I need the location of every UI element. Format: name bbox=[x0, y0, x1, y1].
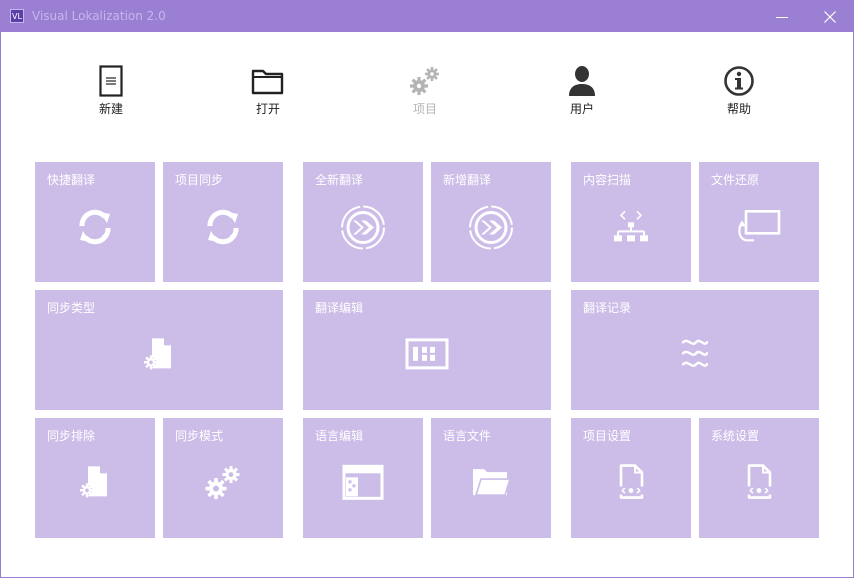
toolbar-open-button[interactable]: 打开 bbox=[238, 65, 298, 117]
tile-sync-type[interactable]: 同步类型 bbox=[35, 290, 283, 410]
tile-content-scan[interactable]: 内容扫描 bbox=[571, 162, 691, 282]
tile-language-file-label: 语言文件 bbox=[443, 429, 492, 443]
toolbar-open-label: 打开 bbox=[255, 102, 280, 116]
tile-incremental-translate[interactable]: 新增翻译 bbox=[431, 162, 551, 282]
toolbar-new-label: 新建 bbox=[98, 102, 123, 116]
tile-sync-type-label: 同步类型 bbox=[47, 301, 96, 315]
tile-quick-translate-label: 快捷翻译 bbox=[47, 173, 96, 187]
tile-system-settings-label: 系统设置 bbox=[711, 429, 760, 443]
user-icon bbox=[569, 66, 595, 96]
gears-icon bbox=[205, 466, 240, 500]
new-document-icon bbox=[99, 65, 123, 97]
tile-translate-edit-label: 翻译编辑 bbox=[315, 301, 364, 315]
file-settings-icon bbox=[144, 338, 171, 370]
title-bar[interactable]: VL Visual Lokalization 2.0 bbox=[1, 1, 853, 32]
toolbar-user-button[interactable]: 用户 bbox=[552, 65, 612, 117]
tile-file-restore-label: 文件还原 bbox=[711, 173, 760, 187]
tile-file-restore[interactable]: 文件还原 bbox=[699, 162, 819, 282]
folder-open-icon bbox=[473, 469, 511, 496]
fast-forward-circle-icon bbox=[341, 205, 385, 250]
tile-project-settings[interactable]: 项目设置 bbox=[571, 418, 691, 538]
toolbar-user-label: 用户 bbox=[569, 102, 594, 116]
file-code-icon bbox=[618, 464, 644, 499]
tile-project-sync[interactable]: 项目同步 bbox=[163, 162, 283, 282]
minimize-icon bbox=[776, 16, 788, 18]
info-icon bbox=[724, 66, 754, 96]
tile-language-file[interactable]: 语言文件 bbox=[431, 418, 551, 538]
tile-full-translate[interactable]: 全新翻译 bbox=[303, 162, 423, 282]
hierarchy-code-icon bbox=[614, 210, 648, 242]
tile-project-settings-label: 项目设置 bbox=[583, 429, 632, 443]
file-settings-icon bbox=[80, 466, 107, 498]
close-icon bbox=[824, 10, 836, 23]
app-window: VL Visual Lokalization 2.0 新建 打开 项目 用户 帮… bbox=[0, 0, 854, 578]
close-button[interactable] bbox=[807, 1, 853, 32]
sync-arrows-icon bbox=[207, 209, 239, 245]
tile-quick-translate[interactable]: 快捷翻译 bbox=[35, 162, 155, 282]
tile-content-scan-label: 内容扫描 bbox=[583, 173, 632, 187]
app-icon: VL bbox=[10, 9, 24, 23]
minimize-button[interactable] bbox=[759, 1, 805, 32]
tile-sync-exclude[interactable]: 同步排除 bbox=[35, 418, 155, 538]
panel-layout-icon bbox=[405, 338, 449, 370]
tile-sync-exclude-label: 同步排除 bbox=[47, 429, 96, 443]
toolbar-help-button[interactable]: 帮助 bbox=[709, 65, 769, 117]
toolbar-project-button[interactable]: 项目 bbox=[395, 65, 455, 117]
sync-arrows-icon bbox=[79, 209, 111, 245]
tile-language-edit-label: 语言编辑 bbox=[315, 429, 364, 443]
toolbar-new-button[interactable]: 新建 bbox=[81, 65, 141, 117]
folder-open-icon bbox=[251, 69, 284, 95]
tile-translate-edit[interactable]: 翻译编辑 bbox=[303, 290, 551, 410]
tile-sync-mode-label: 同步模式 bbox=[175, 429, 224, 443]
file-code-icon bbox=[746, 464, 772, 499]
tile-translate-record[interactable]: 翻译记录 bbox=[571, 290, 819, 410]
tile-translate-record-label: 翻译记录 bbox=[583, 301, 632, 315]
tile-system-settings[interactable]: 系统设置 bbox=[699, 418, 819, 538]
window-title: Visual Lokalization 2.0 bbox=[32, 9, 166, 23]
fast-forward-circle-icon bbox=[469, 205, 513, 250]
tile-full-translate-label: 全新翻译 bbox=[315, 173, 364, 187]
toolbar-project-label: 项目 bbox=[412, 102, 437, 116]
tile-sync-mode[interactable]: 同步模式 bbox=[163, 418, 283, 538]
gears-icon bbox=[410, 67, 439, 95]
tile-incremental-translate-label: 新增翻译 bbox=[443, 173, 492, 187]
window-restore-icon bbox=[738, 210, 781, 242]
tile-language-edit[interactable]: 语言编辑 bbox=[303, 418, 423, 538]
toolbar-help-label: 帮助 bbox=[726, 102, 751, 116]
waves-icon bbox=[681, 339, 709, 367]
window-edit-icon bbox=[342, 464, 384, 500]
tile-project-sync-label: 项目同步 bbox=[175, 173, 224, 187]
